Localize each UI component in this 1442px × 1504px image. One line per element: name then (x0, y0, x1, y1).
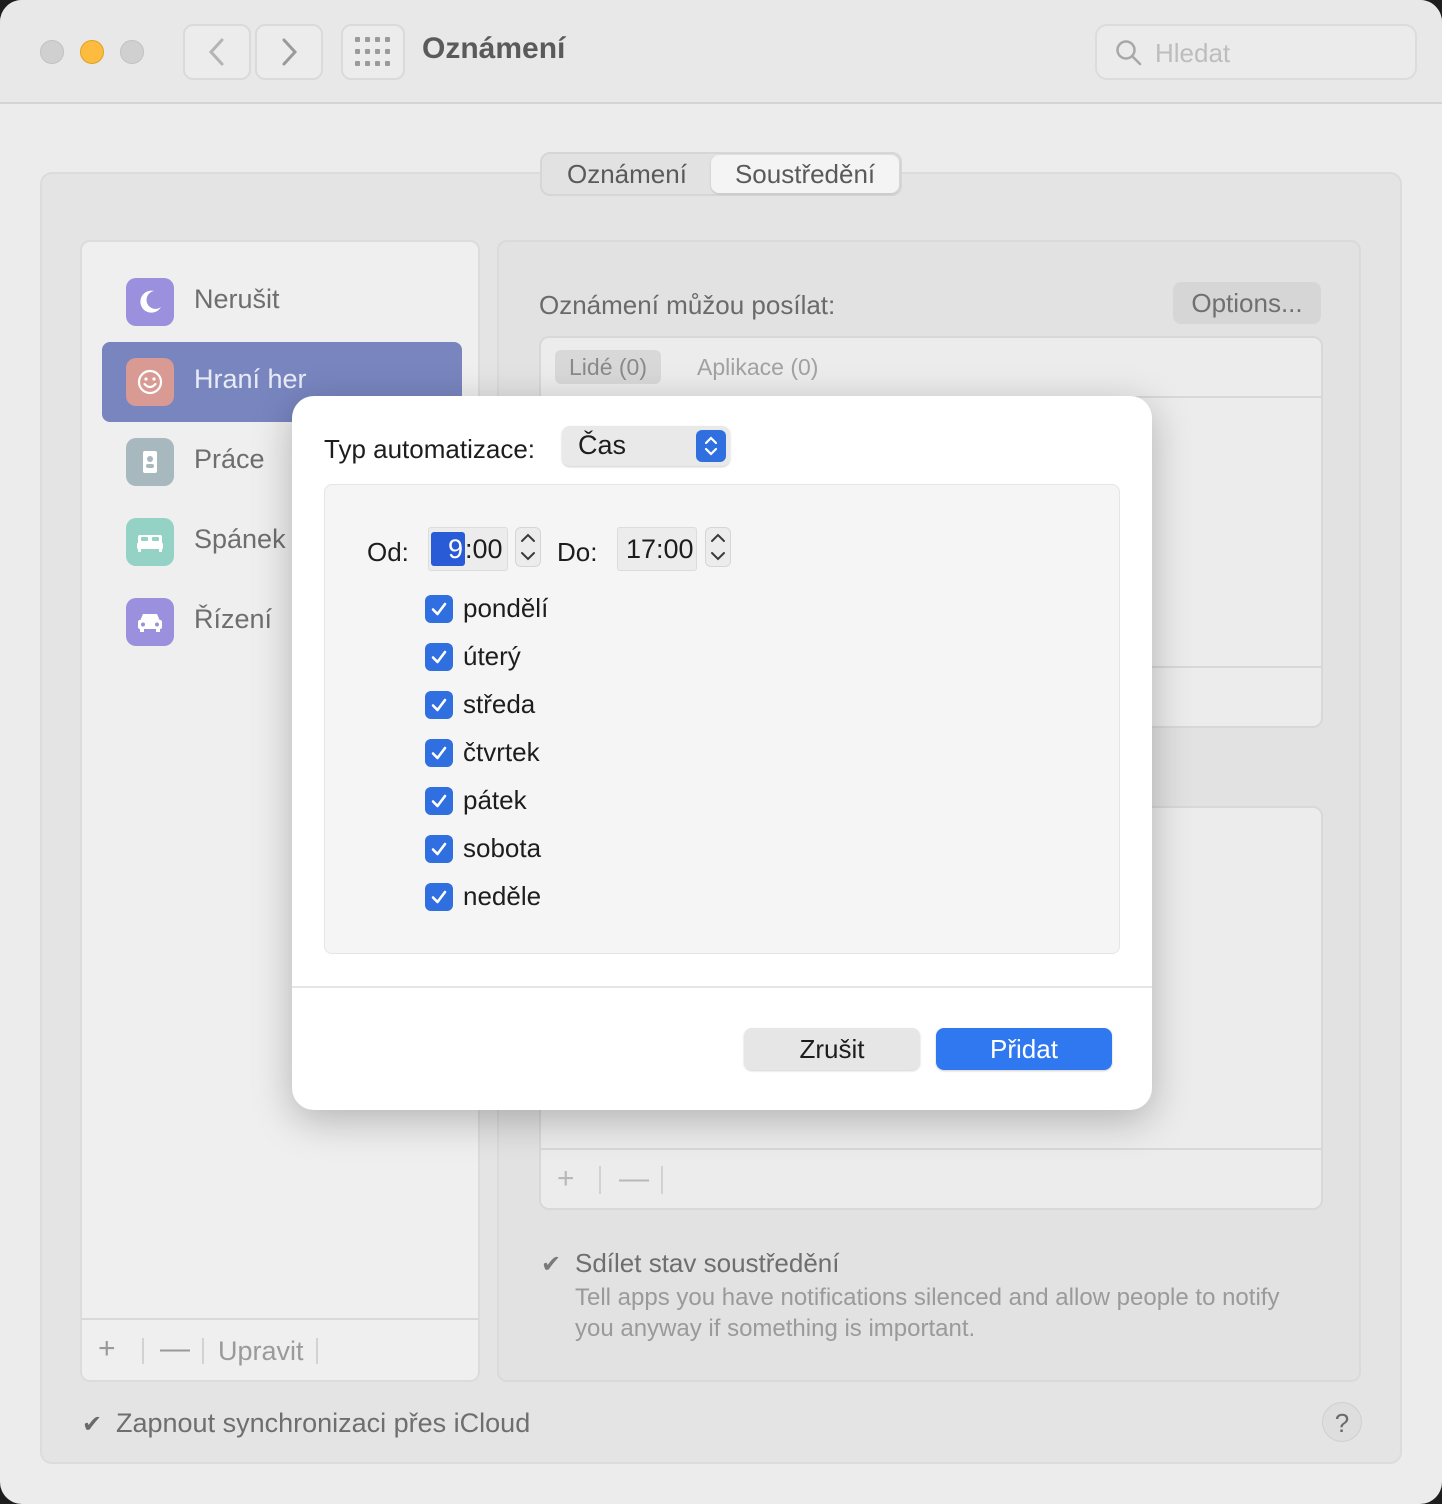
minimize-window-button[interactable] (80, 40, 104, 64)
add-focus-button[interactable]: + (98, 1332, 116, 1366)
automation-type-popup[interactable]: Čas (562, 426, 730, 466)
from-time-stepper[interactable] (515, 527, 541, 567)
sidebar-item-nerusit[interactable]: Nerušit (102, 262, 462, 342)
zoom-window-button[interactable] (120, 40, 144, 64)
close-window-button[interactable] (40, 40, 64, 64)
day-label: neděle (463, 881, 542, 911)
sidebar-item-label: Řízení (194, 604, 273, 634)
to-time-stepper[interactable] (705, 527, 731, 567)
from-hour-segment[interactable]: 9 (431, 532, 465, 566)
chevron-left-icon (208, 38, 224, 66)
tab-aplikace[interactable]: Aplikace (0) (683, 350, 832, 384)
divider (661, 1166, 663, 1194)
divider (202, 1338, 204, 1364)
checkbox[interactable] (425, 883, 453, 911)
smiley-icon (126, 358, 174, 406)
checkbox[interactable] (425, 595, 453, 623)
add-button[interactable]: Přidat (936, 1028, 1112, 1070)
title-bar: Oznámení (0, 0, 1442, 104)
show-all-button[interactable] (341, 24, 405, 80)
to-time-field[interactable]: 17:00 (617, 527, 697, 571)
sidebar-item-label: Spánek (194, 524, 286, 554)
stepper-arrows-icon (711, 533, 725, 561)
tab-soustredeni[interactable]: Soustředění (710, 155, 900, 193)
moon-icon (126, 278, 174, 326)
day-label: pondělí (463, 593, 549, 623)
icloud-sync-checkbox[interactable]: ✔ (82, 1410, 102, 1439)
sidebar-item-label: Hraní her (194, 364, 307, 394)
tab-lide[interactable]: Lidé (0) (555, 350, 661, 384)
checkbox[interactable] (425, 787, 453, 815)
checkmark-icon (431, 698, 447, 712)
search-icon (1116, 40, 1142, 66)
automation-sheet: Typ automatizace: Čas Od: 9 :00 Do: 17:0… (292, 396, 1152, 1110)
share-status-checkbox[interactable]: ✔ (541, 1250, 561, 1279)
cancel-button[interactable]: Zrušit (744, 1028, 920, 1070)
checkmark-icon (431, 794, 447, 808)
car-icon (126, 598, 174, 646)
checkbox[interactable] (425, 835, 453, 863)
divider (292, 986, 1152, 988)
divider (142, 1338, 144, 1364)
share-status-description: Tell apps you have notifications silence… (575, 1284, 1280, 1342)
system-preferences-window: Oznámení Oznámení Soustředění Nerušit Hr… (0, 0, 1442, 1504)
search-input[interactable] (1155, 34, 1405, 72)
checkmark-icon (431, 842, 447, 856)
divider (316, 1338, 318, 1364)
from-time-field[interactable]: 9 :00 (428, 527, 508, 571)
sidebar-footer: + — Upravit (82, 1318, 478, 1380)
back-button[interactable] (183, 24, 251, 80)
remove-schedule-button[interactable]: — (619, 1162, 649, 1196)
day-label: čtvrtek (463, 737, 540, 767)
bed-icon (126, 518, 174, 566)
from-label: Od: (367, 537, 409, 567)
checkbox[interactable] (425, 643, 453, 671)
id-badge-icon (126, 438, 174, 486)
icloud-sync-label: Zapnout synchronizaci přes iCloud (116, 1408, 531, 1438)
segmented-control: Oznámení Soustředění (540, 152, 903, 196)
checkmark-icon (431, 602, 447, 616)
checkmark-icon (431, 746, 447, 760)
schedule-settings-box: Od: 9 :00 Do: 17:00 pondělí úterý středa… (324, 484, 1120, 954)
chevron-right-icon (282, 38, 298, 66)
checkbox[interactable] (425, 739, 453, 767)
automation-type-value: Čas (578, 430, 627, 460)
search-field[interactable] (1095, 24, 1417, 80)
grid-icon (355, 37, 390, 66)
add-schedule-button[interactable]: + (557, 1162, 575, 1196)
sidebar-item-label: Nerušit (194, 284, 280, 314)
divider (599, 1166, 601, 1194)
share-status-label: Sdílet stav soustředění (575, 1248, 840, 1278)
help-button[interactable]: ? (1322, 1402, 1362, 1442)
day-label: úterý (463, 641, 521, 671)
checkmark-icon (431, 650, 447, 664)
schedule-footer: + — (541, 1148, 1321, 1208)
day-label: středa (463, 689, 536, 719)
stepper-arrows-icon (521, 533, 535, 561)
tab-oznameni[interactable]: Oznámení (543, 155, 711, 193)
checkmark-icon (431, 890, 447, 904)
to-label: Do: (557, 537, 598, 567)
allowed-tabs: Lidé (0) Aplikace (0) (541, 338, 1321, 398)
from-minutes-segment[interactable]: :00 (465, 528, 503, 570)
day-label: pátek (463, 785, 527, 815)
window-title: Oznámení (422, 32, 566, 65)
up-down-chevron-icon (696, 430, 726, 462)
automation-type-label: Typ automatizace: (324, 434, 535, 464)
day-label: sobota (463, 833, 542, 863)
sidebar-item-label: Práce (194, 444, 265, 474)
forward-button[interactable] (255, 24, 323, 80)
checkbox[interactable] (425, 691, 453, 719)
options-button[interactable]: Options... (1173, 282, 1321, 324)
allowed-heading: Oznámení můžou posílat: (539, 290, 836, 320)
remove-focus-button[interactable]: — (160, 1332, 190, 1366)
edit-button[interactable]: Upravit (218, 1336, 304, 1367)
